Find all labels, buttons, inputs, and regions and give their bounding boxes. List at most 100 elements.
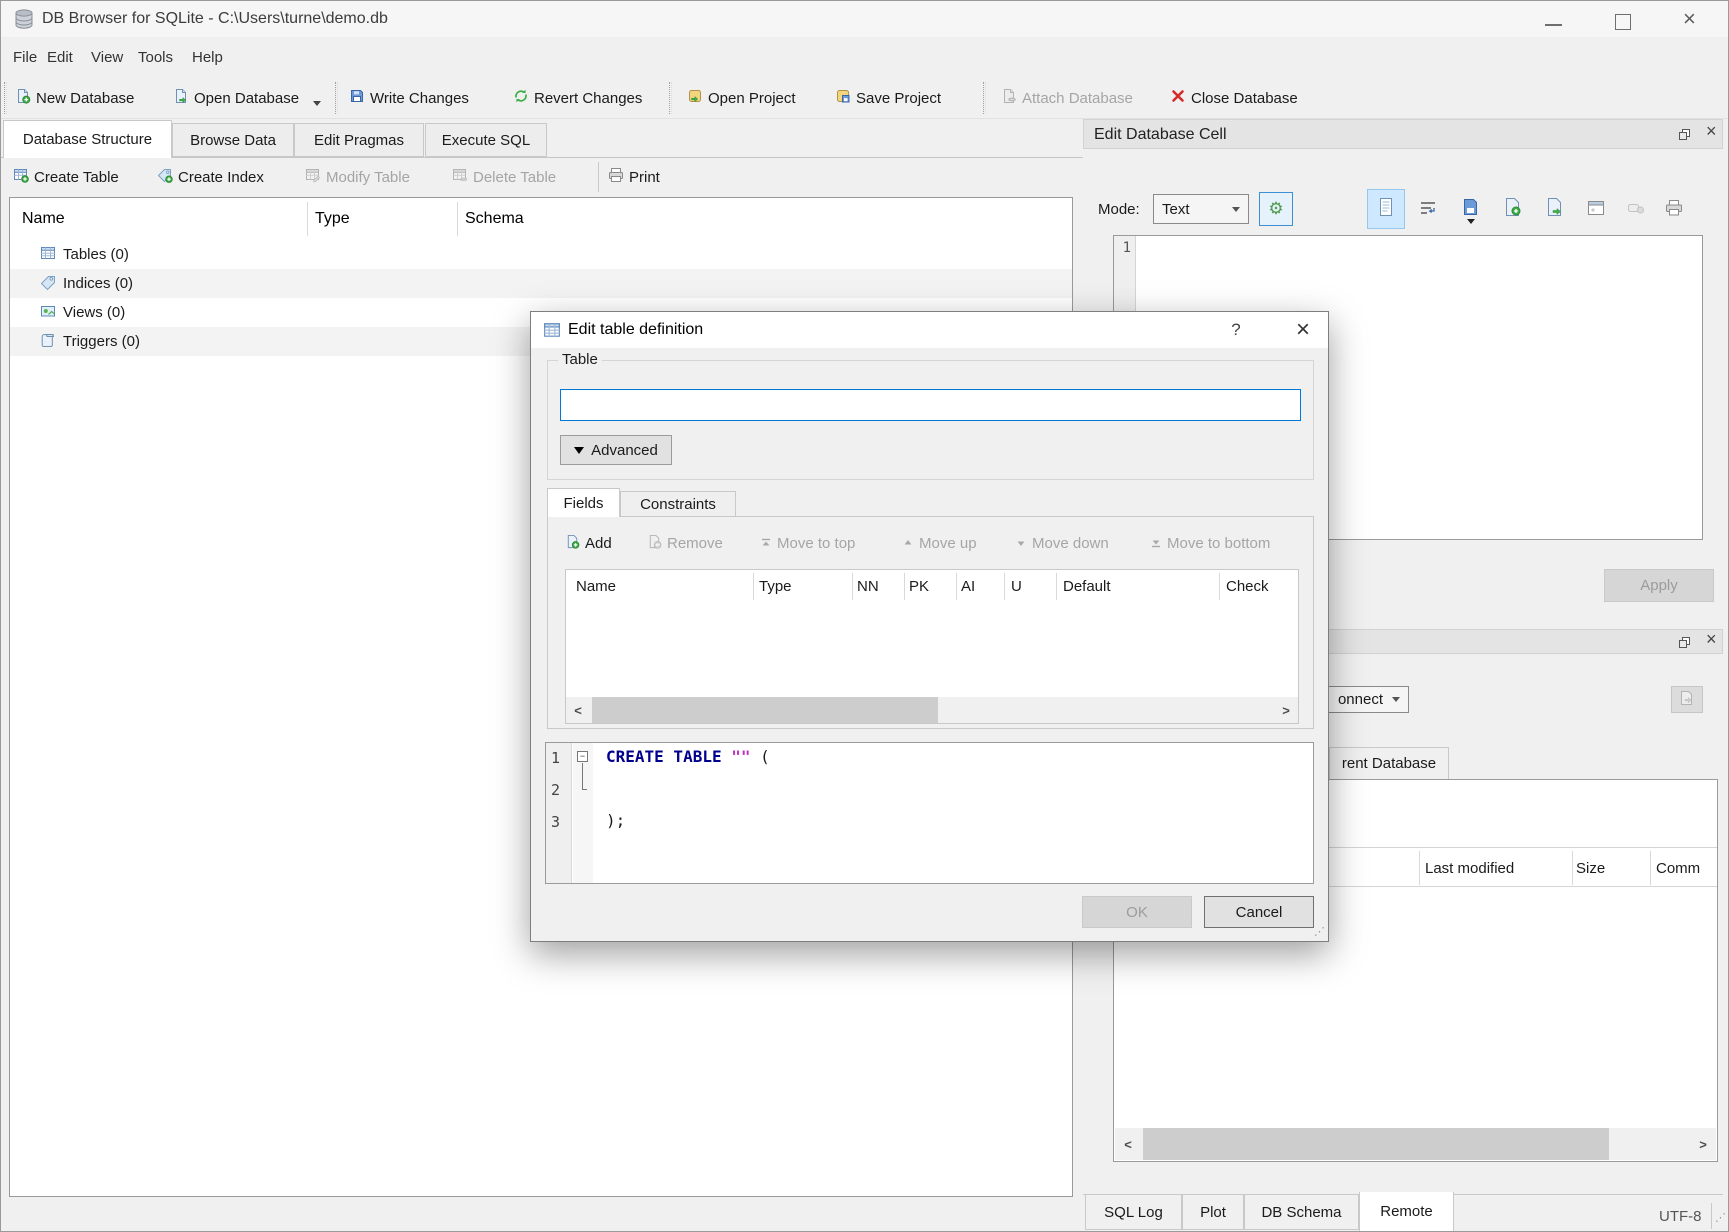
fields-header-divider[interactable]	[904, 573, 905, 600]
remove-field-button[interactable]: Remove	[647, 529, 723, 557]
menu-view[interactable]: View	[85, 37, 129, 77]
open-project-button[interactable]: Open Project	[687, 77, 796, 119]
menu-edit[interactable]: Edit	[41, 37, 79, 77]
set-null-icon[interactable]	[1627, 201, 1645, 219]
image-view-icon[interactable]	[1587, 199, 1605, 221]
tree-column-type[interactable]: Type	[315, 198, 350, 240]
fields-header-divider[interactable]	[1004, 573, 1005, 600]
remote-header-divider[interactable]	[1650, 851, 1651, 885]
column-u[interactable]: U	[1011, 570, 1022, 603]
save-project-button[interactable]: Save Project	[835, 77, 941, 119]
print-cell-icon[interactable]	[1665, 199, 1683, 221]
tab-remote[interactable]: Remote	[1359, 1192, 1454, 1232]
write-changes-button[interactable]: Write Changes	[349, 77, 469, 119]
close-database-button[interactable]: Close Database	[1170, 77, 1298, 119]
tree-header-divider[interactable]	[457, 202, 458, 236]
mode-select[interactable]: Text	[1153, 194, 1249, 224]
cancel-button[interactable]: Cancel	[1204, 896, 1314, 928]
fields-header-divider[interactable]	[1219, 573, 1220, 600]
tree-row-indices[interactable]: Indices (0)	[10, 269, 1072, 298]
table-name-input[interactable]	[560, 389, 1301, 421]
import-icon[interactable]	[1503, 197, 1522, 221]
tree-column-name[interactable]: Name	[22, 198, 65, 240]
open-database-dropdown-icon[interactable]	[313, 101, 321, 106]
resize-grip-icon[interactable]: ⋰	[1715, 1211, 1725, 1224]
remote-header-divider[interactable]	[1419, 851, 1420, 885]
column-ai[interactable]: AI	[961, 570, 975, 603]
tab-browse-data[interactable]: Browse Data	[172, 123, 294, 157]
column-pk[interactable]: PK	[909, 570, 929, 603]
column-check[interactable]: Check	[1226, 570, 1269, 603]
chevron-down-icon[interactable]	[1467, 219, 1475, 224]
move-to-bottom-button[interactable]: Move to bottom	[1151, 529, 1270, 557]
column-name[interactable]: Name	[576, 570, 616, 603]
tab-constraints[interactable]: Constraints	[620, 491, 736, 517]
tab-edit-pragmas[interactable]: Edit Pragmas	[294, 123, 424, 157]
scroll-left-icon[interactable]: <	[1115, 1128, 1141, 1160]
encoding-indicator[interactable]: UTF-8	[1659, 1201, 1702, 1231]
scrollbar-thumb[interactable]	[592, 697, 938, 723]
scroll-left-icon[interactable]: <	[566, 697, 590, 723]
open-database-button[interactable]: Open Database	[173, 77, 299, 119]
close-panel-icon[interactable]: ×	[1706, 121, 1717, 142]
advanced-button[interactable]: Advanced	[560, 435, 672, 465]
fields-hscrollbar[interactable]: < >	[566, 697, 1298, 723]
revert-changes-button[interactable]: Revert Changes	[513, 77, 642, 119]
menu-help[interactable]: Help	[186, 37, 229, 77]
tree-row-tables[interactable]: Tables (0)	[10, 240, 1072, 269]
fold-collapse-icon[interactable]: −	[577, 751, 588, 762]
new-database-button[interactable]: New Database	[15, 77, 134, 119]
column-size[interactable]: Size	[1576, 848, 1605, 888]
dialog-help-button[interactable]: ?	[1221, 312, 1251, 348]
text-mode-button[interactable]	[1367, 189, 1405, 229]
float-panel-icon[interactable]	[1678, 128, 1691, 145]
sql-preview-editor[interactable]: 1 2 3 − CREATE TABLE "" ( );	[545, 742, 1314, 884]
tab-execute-sql[interactable]: Execute SQL	[425, 123, 547, 157]
maximize-icon[interactable]	[1615, 14, 1631, 30]
word-wrap-icon[interactable]	[1419, 199, 1437, 221]
fields-header-divider[interactable]	[753, 573, 754, 600]
fields-header-divider[interactable]	[1056, 573, 1057, 600]
menu-file[interactable]: File	[7, 37, 43, 77]
open-in-editor-icon[interactable]	[1461, 197, 1480, 221]
close-icon[interactable]: ×	[1683, 6, 1696, 32]
scroll-right-icon[interactable]: >	[1690, 1128, 1716, 1160]
tab-fields[interactable]: Fields	[547, 488, 620, 517]
remote-hscrollbar[interactable]: < >	[1115, 1128, 1716, 1160]
push-database-button[interactable]	[1671, 686, 1703, 713]
apply-button[interactable]: Apply	[1604, 569, 1714, 602]
tree-header-divider[interactable]	[307, 202, 308, 236]
column-type[interactable]: Type	[759, 570, 792, 603]
delete-table-button[interactable]: Delete Table	[452, 158, 556, 196]
minimize-icon[interactable]	[1545, 24, 1562, 26]
create-index-button[interactable]: Create Index	[157, 158, 264, 196]
column-comment[interactable]: Comm	[1656, 848, 1700, 888]
move-to-top-button[interactable]: Move to top	[761, 529, 855, 557]
move-up-button[interactable]: Move up	[903, 529, 977, 557]
column-default[interactable]: Default	[1063, 570, 1111, 603]
modify-table-button[interactable]: Modify Table	[305, 158, 410, 196]
scrollbar-thumb[interactable]	[1143, 1128, 1609, 1160]
fields-header-divider[interactable]	[956, 573, 957, 600]
column-last-modified[interactable]: Last modified	[1425, 848, 1514, 888]
fields-header-divider[interactable]	[852, 573, 853, 600]
tab-database-structure[interactable]: Database Structure	[3, 120, 172, 158]
auto-apply-button[interactable]: ⚙	[1259, 192, 1293, 226]
close-panel-icon[interactable]: ×	[1706, 629, 1717, 650]
add-field-button[interactable]: Add	[565, 529, 612, 557]
dialog-close-icon[interactable]: ×	[1286, 312, 1320, 348]
attach-database-button[interactable]: Attach Database	[1001, 77, 1133, 119]
remote-header-divider[interactable]	[1572, 851, 1573, 885]
column-nn[interactable]: NN	[857, 570, 879, 603]
float-panel-icon[interactable]	[1678, 636, 1691, 653]
print-button[interactable]: Print	[608, 158, 660, 196]
tree-column-schema[interactable]: Schema	[465, 198, 524, 240]
ok-button[interactable]: OK	[1082, 896, 1192, 928]
dialog-resize-grip-icon[interactable]: ⋰	[1314, 925, 1324, 938]
tab-current-database[interactable]: rent Database	[1329, 747, 1449, 779]
export-icon[interactable]	[1545, 197, 1564, 221]
create-table-button[interactable]: Create Table	[13, 158, 119, 196]
menu-tools[interactable]: Tools	[132, 37, 179, 77]
scroll-right-icon[interactable]: >	[1274, 697, 1298, 723]
toolbar-grip[interactable]	[4, 82, 7, 114]
